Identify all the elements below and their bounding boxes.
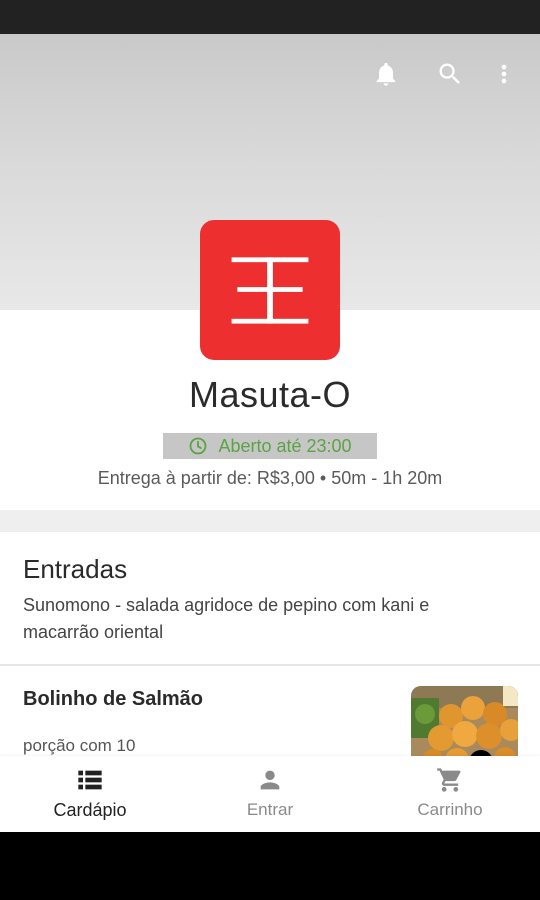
store-name: Masuta-O: [188, 374, 352, 415]
nav-label-cardapio: Cardápio: [53, 800, 127, 820]
app-screen: Masuta-O Aberto até 23:00 Entrega à part…: [0, 34, 540, 832]
delivery-info: Entrega à partir de: R$3,00 • 50m - 1h 2…: [97, 468, 443, 488]
product-description: porção com 10: [23, 736, 136, 755]
search-button[interactable]: [418, 58, 482, 90]
section-description: Sunomono - salada agridoce de pepino com…: [23, 595, 430, 642]
product-image: [411, 686, 518, 766]
open-status-text: Aberto até 23:00: [218, 435, 352, 456]
nav-label-carrinho: Carrinho: [417, 800, 483, 819]
status-bar: [0, 0, 540, 34]
bottom-navigation: Cardápio Entrar Carrinho: [0, 756, 540, 832]
bell-icon: [376, 62, 396, 86]
nav-item-entrar[interactable]: Entrar: [180, 756, 360, 832]
open-status-badge: Aberto até 23:00: [163, 433, 377, 459]
product-name: Bolinho de Salmão: [23, 688, 204, 710]
top-actions: [354, 58, 526, 90]
more-options-button[interactable]: [482, 58, 526, 90]
cart-icon: [437, 768, 461, 792]
nav-item-cardapio[interactable]: Cardápio: [0, 756, 180, 832]
clock-icon: [190, 437, 207, 455]
system-navigation-bar: [0, 832, 540, 900]
list-icon: [78, 770, 102, 790]
person-icon: [260, 770, 280, 790]
nav-label-entrar: Entrar: [246, 800, 294, 819]
fried-salmon-balls-image: [411, 686, 518, 766]
notifications-button[interactable]: [354, 58, 418, 90]
section-title: Entradas: [23, 554, 128, 584]
more-vert-icon: [501, 64, 507, 84]
nav-item-carrinho[interactable]: Carrinho: [360, 756, 540, 832]
store-logo: [200, 220, 340, 360]
logo-mark-icon: [231, 257, 309, 324]
search-icon: [439, 63, 460, 84]
